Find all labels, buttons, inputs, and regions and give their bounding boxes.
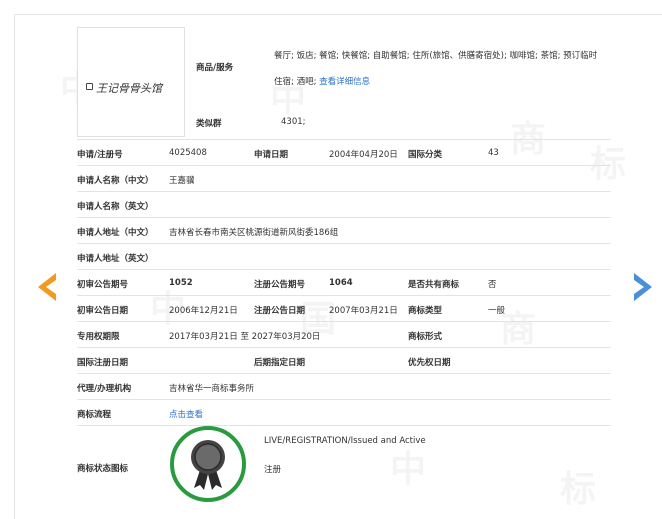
row-agent: 代理/办理机构 吉林省华一商标事务所 xyxy=(77,374,611,400)
goods-label: 商品/服务 xyxy=(196,63,234,73)
row-prelim-no: 初审公告期号 1052 注册公告期号 1064 是否共有商标 否 xyxy=(77,270,611,296)
row-prelim-date: 初审公告日期 2006年12月21日 注册公告日期 2007年03月21日 商标… xyxy=(77,296,611,322)
intl-class-value: 43 xyxy=(488,148,499,158)
applicant-en-label: 申请人名称（英文） xyxy=(77,202,154,212)
agent-value: 吉林省华一商标事务所 xyxy=(169,384,255,394)
exclusive-label: 专用权期限 xyxy=(77,332,120,342)
arrow-right-icon[interactable] xyxy=(632,272,654,302)
address-cn-label: 申请人地址（中文） xyxy=(77,228,154,238)
row-applicant-en: 申请人名称（英文） xyxy=(77,192,611,218)
prelim-date-label: 初审公告日期 xyxy=(77,306,129,316)
status-label: 商标状态图标 xyxy=(77,464,129,474)
status-cn: 注册 xyxy=(264,465,282,475)
type-value: 一般 xyxy=(488,306,506,316)
type-label: 商标类型 xyxy=(408,306,443,316)
arrow-left-icon[interactable] xyxy=(36,272,58,302)
goods-line-2-text: 住宿; 酒吧; xyxy=(274,77,317,87)
priority-date-label: 优先权日期 xyxy=(408,358,451,368)
logo-mark-icon xyxy=(86,83,93,90)
apply-date-label: 申请日期 xyxy=(254,150,289,160)
prelim-date-value: 2006年12月21日 xyxy=(169,306,238,316)
row-address-en: 申请人地址（英文） xyxy=(77,244,611,270)
exclusive-value: 2017年03月21日 至 2027年03月20日 xyxy=(169,332,321,342)
row-exclusive: 专用权期限 2017年03月21日 至 2027年03月20日 商标形式 xyxy=(77,322,611,348)
view-details-link[interactable]: 查看详细信息 xyxy=(319,77,370,87)
reg-no-value: 4025408 xyxy=(169,148,207,158)
row-flow: 商标流程 点击查看 xyxy=(77,400,611,426)
row-address-cn: 申请人地址（中文） 吉林省长春市南关区桃源街道新风街委186组 xyxy=(77,218,611,244)
flow-label: 商标流程 xyxy=(77,410,112,420)
reg-pub-date-value: 2007年03月21日 xyxy=(329,306,398,316)
address-cn-value: 吉林省长春市南关区桃源街道新风街委186组 xyxy=(169,228,339,238)
row-intl-dates: 国际注册日期 后期指定日期 优先权日期 xyxy=(77,348,611,374)
goods-line-1: 餐厅; 饭店; 餐馆; 快餐馆; 自助餐馆; 住所(旅馆、供膳寄宿处); 咖啡馆… xyxy=(274,51,598,61)
applicant-cn-label: 申请人名称（中文） xyxy=(77,176,154,186)
similar-group-value: 4301; xyxy=(281,117,306,127)
reg-pub-no-label: 注册公告期号 xyxy=(254,280,306,290)
later-date-label: 后期指定日期 xyxy=(254,358,306,368)
row-status: 商标状态图标 LIVE/REGISTRATION/Issued and Acti… xyxy=(77,426,611,510)
row-reg-no: 申请/注册号 4025408 申请日期 2004年04月20日 国际分类 43 xyxy=(77,140,611,166)
row-applicant-cn: 申请人名称（中文） 王嘉骥 xyxy=(77,166,611,192)
award-badge-icon xyxy=(170,426,246,502)
reg-pub-date-label: 注册公告日期 xyxy=(254,306,306,316)
form-label: 商标形式 xyxy=(408,332,443,342)
prelim-no-label: 初审公告期号 xyxy=(77,280,129,290)
apply-date-value: 2004年04月20日 xyxy=(329,150,398,160)
reg-no-label: 申请/注册号 xyxy=(77,150,123,160)
address-en-label: 申请人地址（英文） xyxy=(77,254,154,264)
flow-link[interactable]: 点击查看 xyxy=(169,408,203,420)
header-block: 王记骨骨头馆 商品/服务 餐厅; 饭店; 餐馆; 快餐馆; 自助餐馆; 住所(旅… xyxy=(77,25,611,140)
prelim-no-value: 1052 xyxy=(169,278,193,288)
applicant-cn-value: 王嘉骥 xyxy=(169,176,195,186)
trademark-image: 王记骨骨头馆 xyxy=(77,27,185,137)
similar-group-label: 类似群 xyxy=(196,119,222,129)
status-en: LIVE/REGISTRATION/Issued and Active xyxy=(264,436,426,446)
agent-label: 代理/办理机构 xyxy=(77,384,132,394)
shared-value: 否 xyxy=(488,280,497,290)
intl-class-label: 国际分类 xyxy=(408,150,443,160)
trademark-logo-text: 王记骨骨头馆 xyxy=(96,82,162,95)
reg-pub-no-value: 1064 xyxy=(329,278,353,288)
goods-line-2: 住宿; 酒吧; 查看详细信息 xyxy=(274,75,370,87)
shared-label: 是否共有商标 xyxy=(408,280,460,290)
intl-reg-date-label: 国际注册日期 xyxy=(77,358,129,368)
trademark-detail: 王记骨骨头馆 商品/服务 餐厅; 饭店; 餐馆; 快餐馆; 自助餐馆; 住所(旅… xyxy=(77,25,611,510)
